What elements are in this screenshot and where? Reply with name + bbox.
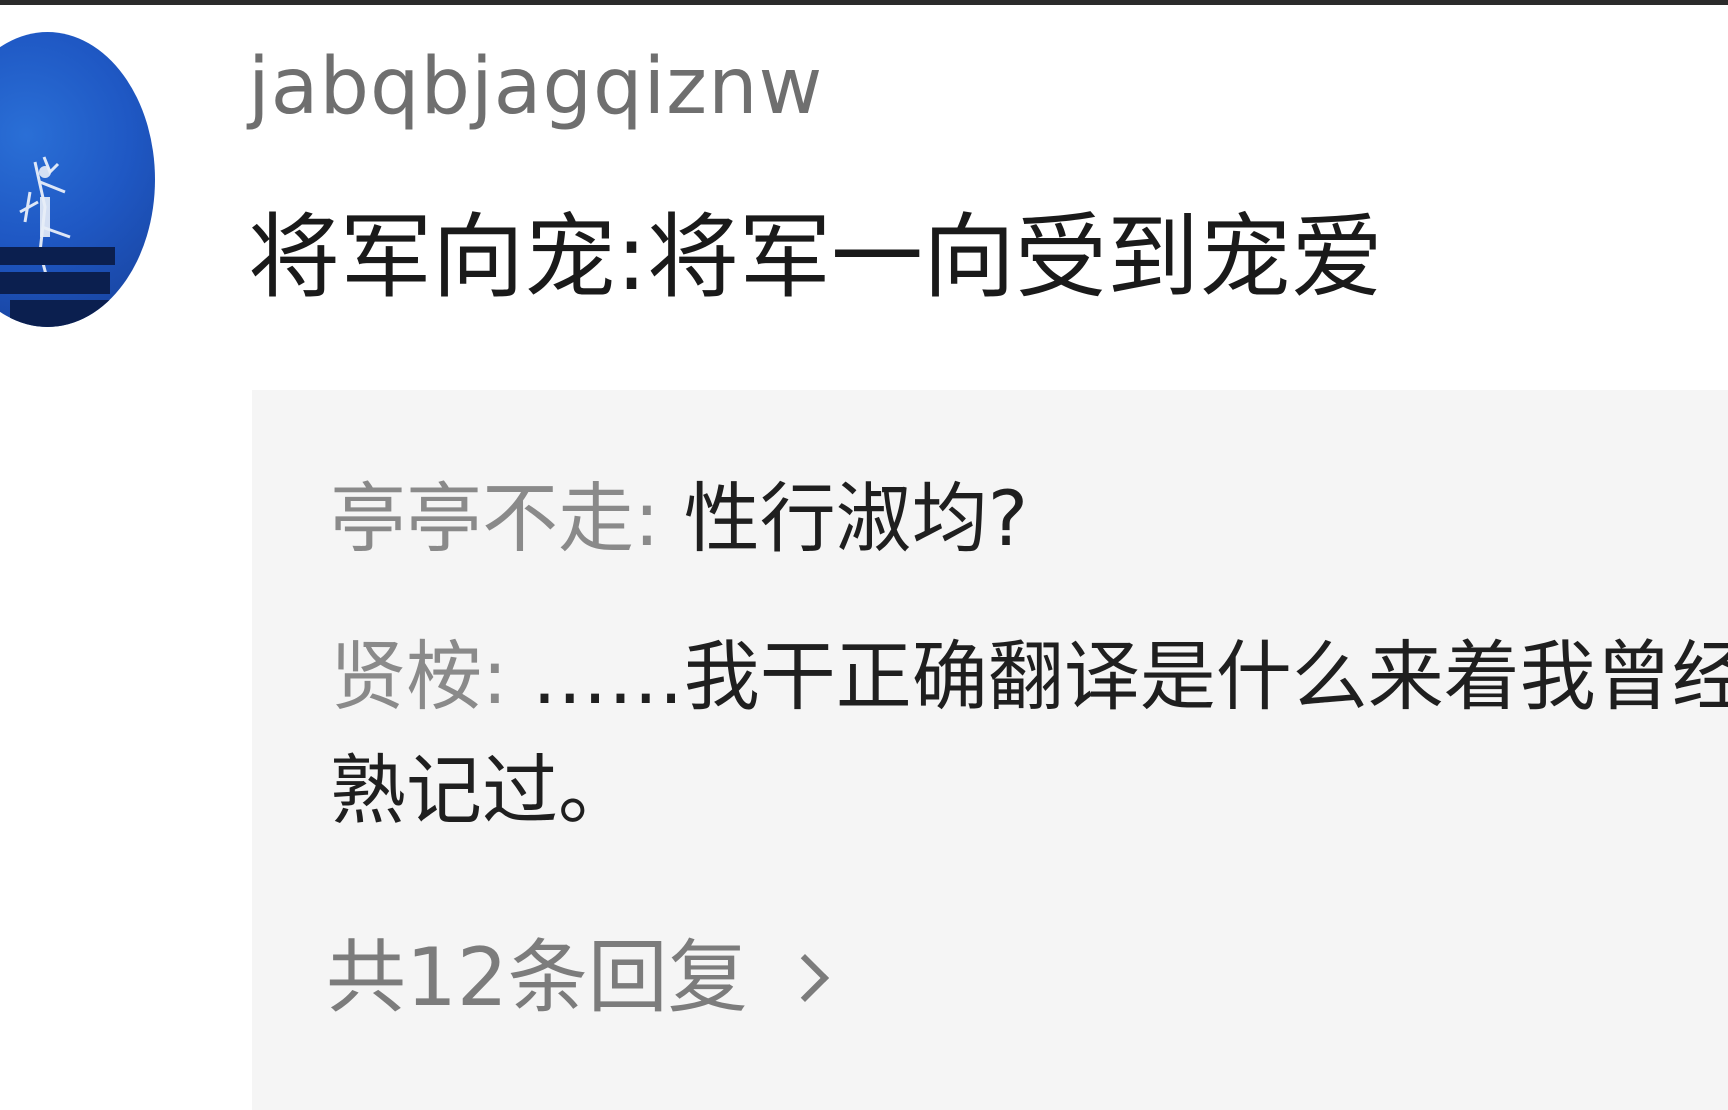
reply-author[interactable]: 贤桉: xyxy=(330,632,508,721)
reply-item[interactable]: 贤桉: ……我干正确翻译是什么来着我曾经熟记过。 xyxy=(330,620,1728,848)
avatar-image xyxy=(0,156,115,327)
username[interactable]: jabqbjagqiznw xyxy=(248,48,823,126)
reply-text: ……我干正确翻译是什么来着我曾经熟记过。 xyxy=(330,632,1728,835)
avatar[interactable] xyxy=(0,32,155,327)
comment-text: 将军向宠:将军一向受到宠爱 xyxy=(248,204,1383,311)
reply-author[interactable]: 亭亭不走: xyxy=(330,474,660,563)
view-all-replies-link[interactable]: 共12条回复 xyxy=(326,931,829,1024)
chevron-right-icon xyxy=(780,953,829,1003)
reply-item[interactable]: 亭亭不走: 性行淑均? xyxy=(330,462,1028,576)
comment-item: jabqbjagqiznw 将军向宠:将军一向受到宠爱 亭亭不走: 性行淑均? … xyxy=(0,0,1728,1110)
reply-count-label: 共12条回复 xyxy=(326,931,748,1024)
reply-text: 性行淑均? xyxy=(659,474,1029,563)
